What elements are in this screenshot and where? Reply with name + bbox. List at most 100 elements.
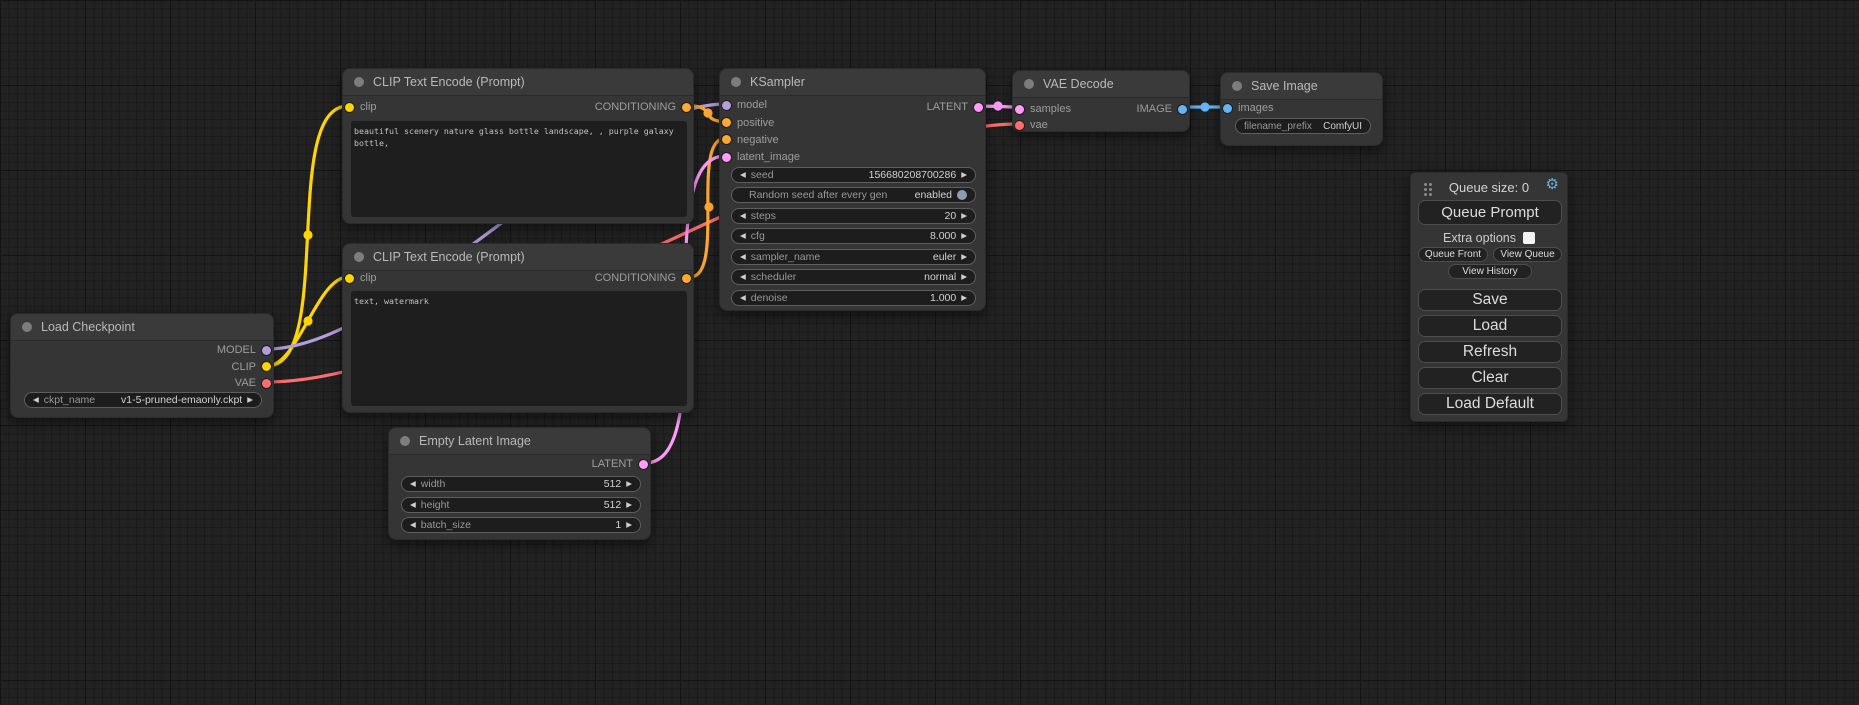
port-dot-conditioning[interactable] xyxy=(722,118,731,127)
port-dot-vae[interactable] xyxy=(262,379,271,388)
link-dot-clip-negative[interactable] xyxy=(303,316,312,325)
port-dot-conditioning[interactable] xyxy=(682,274,691,283)
decrement-arrow-icon[interactable]: ◀ xyxy=(740,212,746,220)
extra-options-checkbox[interactable] xyxy=(1523,232,1535,244)
increment-arrow-icon[interactable]: ▶ xyxy=(626,480,632,488)
widget-denoise[interactable]: ◀ denoise 1.000 ▶ xyxy=(731,290,976,306)
decrement-arrow-icon[interactable]: ◀ xyxy=(410,521,416,529)
collapse-dot-icon[interactable] xyxy=(1232,81,1242,91)
increment-arrow-icon[interactable]: ▶ xyxy=(961,253,967,261)
node-empty-latent-image[interactable]: Empty Latent Image LATENT ◀ width 512 ▶ … xyxy=(388,427,651,540)
node-header[interactable]: KSampler xyxy=(720,69,985,96)
collapse-dot-icon[interactable] xyxy=(1024,79,1034,89)
input-vae: vae xyxy=(1015,118,1048,132)
node-clip-text-encode-positive[interactable]: CLIP Text Encode (Prompt) clip CONDITION… xyxy=(342,68,694,224)
port-dot-clip[interactable] xyxy=(345,103,354,112)
input-latent-image: latent_image xyxy=(722,150,800,164)
port-dot-conditioning[interactable] xyxy=(682,103,691,112)
save-button[interactable]: Save xyxy=(1418,289,1562,311)
decrement-arrow-icon[interactable]: ◀ xyxy=(740,294,746,302)
node-header[interactable]: CLIP Text Encode (Prompt) xyxy=(343,69,693,96)
link-dot-images[interactable] xyxy=(1200,102,1209,111)
input-images: images xyxy=(1223,101,1273,115)
port-dot-model[interactable] xyxy=(262,346,271,355)
link-dot-negative[interactable] xyxy=(704,202,713,211)
widget-cfg[interactable]: ◀ cfg 8.000 ▶ xyxy=(731,228,976,244)
view-queue-button[interactable]: View Queue xyxy=(1493,247,1562,262)
node-header[interactable]: Empty Latent Image xyxy=(389,428,650,455)
widget-steps[interactable]: ◀ steps 20 ▶ xyxy=(731,208,976,224)
node-vae-decode[interactable]: VAE Decode samples vae IMAGE xyxy=(1012,70,1190,132)
clear-button[interactable]: Clear xyxy=(1418,367,1562,389)
decrement-arrow-icon[interactable]: ◀ xyxy=(410,480,416,488)
widget-sampler-name[interactable]: ◀ sampler_name euler ▶ xyxy=(731,249,976,265)
collapse-dot-icon[interactable] xyxy=(354,77,364,87)
widget-height[interactable]: ◀ height 512 ▶ xyxy=(401,497,641,513)
queue-front-button[interactable]: Queue Front xyxy=(1418,247,1488,262)
link-dot-positive[interactable] xyxy=(703,108,712,117)
port-dot-latent[interactable] xyxy=(974,103,983,112)
increment-arrow-icon[interactable]: ▶ xyxy=(961,232,967,240)
node-header[interactable]: VAE Decode xyxy=(1013,71,1189,98)
increment-arrow-icon[interactable]: ▶ xyxy=(247,396,253,404)
settings-gear-icon[interactable]: ⚙ xyxy=(1546,177,1559,192)
refresh-button[interactable]: Refresh xyxy=(1418,341,1562,363)
port-dot-image[interactable] xyxy=(1178,105,1187,114)
node-header[interactable]: CLIP Text Encode (Prompt) xyxy=(343,244,693,271)
port-label: IMAGE xyxy=(1137,103,1172,115)
increment-arrow-icon[interactable]: ▶ xyxy=(961,171,967,179)
port-dot-clip[interactable] xyxy=(262,362,271,371)
collapse-dot-icon[interactable] xyxy=(354,252,364,262)
node-title: CLIP Text Encode (Prompt) xyxy=(373,250,525,264)
collapse-dot-icon[interactable] xyxy=(731,77,741,87)
port-dot-latent[interactable] xyxy=(1015,105,1024,114)
increment-arrow-icon[interactable]: ▶ xyxy=(961,294,967,302)
load-default-button[interactable]: Load Default xyxy=(1418,393,1562,415)
node-save-image[interactable]: Save Image images filename_prefix ComfyU… xyxy=(1220,72,1383,146)
prompt-textarea[interactable]: beautiful scenery nature glass bottle la… xyxy=(351,121,687,217)
node-load-checkpoint[interactable]: Load Checkpoint MODEL CLIP VAE ◀ ckpt_na… xyxy=(10,313,274,418)
decrement-arrow-icon[interactable]: ◀ xyxy=(740,171,746,179)
port-dot-vae[interactable] xyxy=(1015,121,1024,130)
link-dot-samples[interactable] xyxy=(993,101,1002,110)
widget-batch-size[interactable]: ◀ batch_size 1 ▶ xyxy=(401,517,641,533)
widget-label: sampler_name xyxy=(751,251,928,263)
decrement-arrow-icon[interactable]: ◀ xyxy=(740,253,746,261)
increment-arrow-icon[interactable]: ▶ xyxy=(961,273,967,281)
widget-width[interactable]: ◀ width 512 ▶ xyxy=(401,476,641,492)
view-history-button[interactable]: View History xyxy=(1448,264,1532,279)
port-dot-clip[interactable] xyxy=(345,274,354,283)
node-clip-text-encode-negative[interactable]: CLIP Text Encode (Prompt) clip CONDITION… xyxy=(342,243,694,413)
widget-seed[interactable]: ◀ seed 156680208700286 ▶ xyxy=(731,167,976,183)
toggle-dot[interactable] xyxy=(957,190,967,200)
increment-arrow-icon[interactable]: ▶ xyxy=(961,212,967,220)
decrement-arrow-icon[interactable]: ◀ xyxy=(410,501,416,509)
widget-label: steps xyxy=(751,210,940,222)
decrement-arrow-icon[interactable]: ◀ xyxy=(740,232,746,240)
link-dot-clip-positive[interactable] xyxy=(303,230,312,239)
widget-random-seed[interactable]: Random seed after every gen enabled xyxy=(731,187,976,203)
widget-filename-prefix[interactable]: filename_prefix ComfyUI xyxy=(1235,118,1371,134)
collapse-dot-icon[interactable] xyxy=(22,322,32,332)
port-dot-latent[interactable] xyxy=(722,153,731,162)
increment-arrow-icon[interactable]: ▶ xyxy=(626,501,632,509)
decrement-arrow-icon[interactable]: ◀ xyxy=(740,273,746,281)
node-graph-canvas[interactable]: Load Checkpoint MODEL CLIP VAE ◀ ckpt_na… xyxy=(0,0,1859,705)
port-dot-image[interactable] xyxy=(1223,104,1232,113)
prompt-textarea[interactable]: text, watermark xyxy=(351,291,687,406)
port-dot-conditioning[interactable] xyxy=(722,135,731,144)
node-ksampler[interactable]: KSampler model positive negative latent_… xyxy=(719,68,986,311)
increment-arrow-icon[interactable]: ▶ xyxy=(626,521,632,529)
decrement-arrow-icon[interactable]: ◀ xyxy=(33,396,39,404)
widget-scheduler[interactable]: ◀ scheduler normal ▶ xyxy=(731,269,976,285)
node-header[interactable]: Load Checkpoint xyxy=(11,314,273,341)
widget-label: filename_prefix xyxy=(1244,121,1318,132)
widget-ckpt-name[interactable]: ◀ ckpt_name v1-5-pruned-emaonly.ckpt ▶ xyxy=(24,392,262,408)
queue-panel: Queue size: 0 ⚙ Queue Prompt Extra optio… xyxy=(1410,172,1568,422)
node-header[interactable]: Save Image xyxy=(1221,73,1382,100)
port-dot-latent[interactable] xyxy=(639,460,648,469)
port-dot-model[interactable] xyxy=(722,101,731,110)
load-button[interactable]: Load xyxy=(1418,315,1562,337)
queue-prompt-button[interactable]: Queue Prompt xyxy=(1418,200,1562,225)
collapse-dot-icon[interactable] xyxy=(400,436,410,446)
